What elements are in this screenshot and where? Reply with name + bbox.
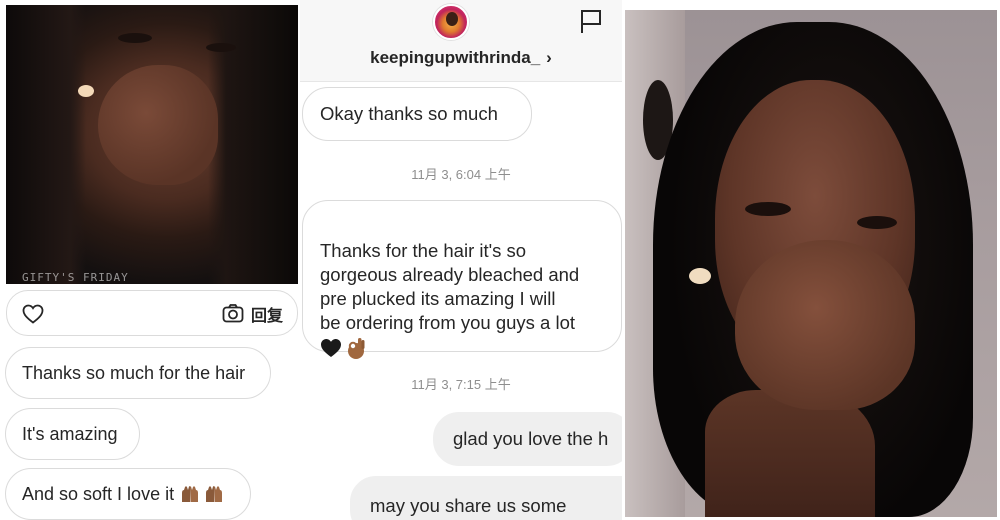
direct-message-panel: keepingupwithrinda_ › Okay thanks so muc… bbox=[300, 0, 622, 520]
raised-hands-emoji bbox=[180, 485, 224, 503]
sent-message[interactable]: may you share us some bbox=[350, 476, 622, 520]
username-link[interactable]: keepingupwithrinda_ › bbox=[300, 46, 622, 70]
raised-hands-icon bbox=[182, 486, 199, 502]
flag-icon[interactable] bbox=[578, 8, 604, 34]
photo-nail bbox=[78, 85, 94, 97]
message-bubble[interactable]: And so soft I love it bbox=[5, 468, 251, 520]
reply-label: 回复 bbox=[250, 308, 283, 325]
story-action-bar: 回复 bbox=[6, 290, 298, 336]
right-photo-panel bbox=[622, 0, 1000, 520]
photo-eye bbox=[118, 33, 152, 43]
ok-hand-icon bbox=[348, 338, 365, 360]
story-photo[interactable]: GIFTY'S FRIDAY bbox=[6, 5, 298, 284]
message-bubble[interactable]: Thanks so much for the hair bbox=[5, 347, 271, 399]
raised-hands-icon bbox=[206, 486, 223, 502]
message-text: may you share us some bbox=[370, 495, 567, 516]
message-text: glad you love the h bbox=[453, 428, 609, 449]
received-message[interactable]: Thanks for the hair it's so gorgeous alr… bbox=[302, 200, 622, 360]
photo-hand bbox=[735, 240, 915, 410]
message-text: Thanks so much for the hair bbox=[22, 362, 246, 383]
avatar[interactable] bbox=[433, 4, 469, 40]
left-story-reply-panel: GIFTY'S FRIDAY 回复 Thanks so much for the… bbox=[0, 0, 300, 520]
message-bubble[interactable]: It's amazing bbox=[5, 408, 140, 460]
username: keepingupwithrinda_ bbox=[370, 48, 541, 67]
received-message[interactable]: Okay thanks so much bbox=[302, 87, 532, 141]
customer-photo[interactable] bbox=[625, 10, 997, 517]
photo-eye bbox=[857, 216, 897, 229]
heart-icon[interactable] bbox=[21, 302, 45, 326]
photo-overlay-text: GIFTY'S FRIDAY bbox=[22, 271, 129, 284]
chat-header: keepingupwithrinda_ › bbox=[300, 0, 622, 82]
message-text: Thanks for the hair it's so gorgeous alr… bbox=[320, 240, 580, 333]
photo-hair-left bbox=[6, 5, 86, 284]
sent-message[interactable]: glad you love the h bbox=[433, 412, 622, 466]
message-timestamp: 11月 3, 6:04 上午 bbox=[411, 167, 511, 182]
camera-icon bbox=[222, 304, 244, 323]
photo-eye bbox=[206, 43, 236, 52]
message-timestamp: 11月 3, 7:15 上午 bbox=[411, 377, 511, 392]
photo-nail bbox=[689, 268, 711, 284]
black-heart-icon bbox=[321, 339, 341, 358]
chevron-right-icon: › bbox=[546, 48, 552, 67]
message-text: It's amazing bbox=[22, 423, 118, 444]
photo-hand bbox=[98, 65, 218, 185]
message-text: Okay thanks so much bbox=[320, 103, 498, 124]
emoji-row bbox=[320, 336, 366, 360]
camera-reply-button[interactable]: 回复 bbox=[221, 301, 283, 327]
message-text: And so soft I love it bbox=[22, 483, 175, 504]
photo-eye bbox=[745, 202, 791, 216]
